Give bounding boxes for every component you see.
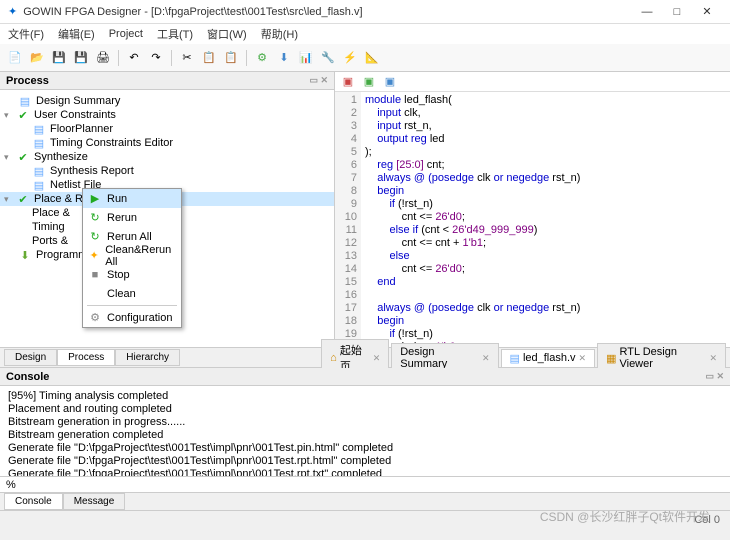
- cut-icon[interactable]: ✂: [178, 49, 196, 67]
- tree-synthesize[interactable]: ▾✔Synthesize: [0, 150, 334, 164]
- file-icon: ▤: [510, 352, 520, 365]
- watermark: CSDN @长沙红胖子Qt软件开发: [540, 508, 710, 525]
- ctx-stop[interactable]: ■Stop: [83, 265, 181, 284]
- btab-design[interactable]: Design: [4, 349, 57, 366]
- check-icon: ✔: [16, 192, 30, 206]
- menu-project[interactable]: Project: [109, 28, 143, 40]
- ctx-rerun[interactable]: ↻Rerun: [83, 208, 181, 227]
- ctx-clean[interactable]: Clean: [83, 284, 181, 303]
- check-icon: ✔: [16, 150, 30, 164]
- minimize-button[interactable]: —: [632, 6, 662, 18]
- rtl-icon: ▦: [606, 352, 616, 365]
- doc-icon: ▤: [32, 164, 46, 178]
- tab-strip: Design Process Hierarchy ⌂起始页✕ Design Su…: [0, 347, 730, 367]
- saveall-icon[interactable]: 💾: [72, 49, 90, 67]
- doc-icon: ▤: [32, 136, 46, 150]
- editor-toolbar: ▣ ▣ ▣: [335, 72, 730, 92]
- ctx-configuration[interactable]: ⚙Configuration: [83, 308, 181, 327]
- check-icon: ✔: [16, 108, 30, 122]
- editor-panel: ▣ ▣ ▣ 1234567891011121314151617181920212…: [335, 72, 730, 347]
- btab-hierarchy[interactable]: Hierarchy: [115, 349, 180, 366]
- btab-process[interactable]: Process: [57, 349, 115, 366]
- save-icon[interactable]: 💾: [50, 49, 68, 67]
- window-title: GOWIN FPGA Designer - [D:\fpgaProject\te…: [23, 6, 632, 18]
- code-body[interactable]: module led_flash( input clk, input rst_n…: [361, 92, 730, 347]
- tree-timing-constraints[interactable]: ▤Timing Constraints Editor: [0, 136, 334, 150]
- doc-icon: ▤: [32, 178, 46, 192]
- menu-tools[interactable]: 工具(T): [157, 26, 193, 42]
- tree-design-summary[interactable]: ▤Design Summary: [0, 94, 334, 108]
- titlebar: ✦ GOWIN FPGA Designer - [D:\fpgaProject\…: [0, 0, 730, 24]
- code-editor[interactable]: 1234567891011121314151617181920212223242…: [335, 92, 730, 347]
- tool3-icon[interactable]: 📐: [363, 49, 381, 67]
- pnr-icon[interactable]: ⬇: [275, 49, 293, 67]
- process-panel: Process ▭ ✕ ▤Design Summary ▾✔User Const…: [0, 72, 335, 347]
- close-button[interactable]: ✕: [692, 5, 722, 18]
- ctx-clean-rerun-all[interactable]: ✦Clean&Rerun All: [83, 246, 181, 265]
- app-logo-icon: ✦: [8, 5, 17, 18]
- tab-led-flash[interactable]: ▤led_flash.v✕: [501, 349, 596, 367]
- ctx-run[interactable]: ▶Run: [83, 189, 181, 208]
- clean-icon: ✦: [87, 249, 101, 262]
- tree-synthesis-report[interactable]: ▤Synthesis Report: [0, 164, 334, 178]
- console-panel: Console ▭ ✕ [95%] Timing analysis comple…: [0, 367, 730, 492]
- copy-icon[interactable]: 📋: [200, 49, 218, 67]
- ed-icon3[interactable]: ▣: [381, 73, 399, 91]
- process-header: Process ▭ ✕: [0, 72, 334, 90]
- paste-icon[interactable]: 📋: [222, 49, 240, 67]
- synth-icon[interactable]: ⚙: [253, 49, 271, 67]
- print-icon[interactable]: 🖨: [94, 49, 112, 67]
- play-icon: ▶: [87, 192, 103, 205]
- ed-icon1[interactable]: ▣: [339, 73, 357, 91]
- contab-message[interactable]: Message: [63, 493, 126, 510]
- tool-icon[interactable]: 📊: [297, 49, 315, 67]
- pane-controls[interactable]: ▭ ✕: [309, 75, 328, 86]
- refresh-icon: ↻: [87, 211, 103, 224]
- ed-icon2[interactable]: ▣: [360, 73, 378, 91]
- menu-file[interactable]: 文件(F): [8, 26, 44, 42]
- new-icon[interactable]: 📄: [6, 49, 24, 67]
- tree-user-constraints[interactable]: ▾✔User Constraints: [0, 108, 334, 122]
- maximize-button[interactable]: □: [662, 6, 692, 18]
- menu-window[interactable]: 窗口(W): [207, 26, 247, 42]
- console-controls[interactable]: ▭ ✕: [705, 371, 724, 382]
- line-gutter: 1234567891011121314151617181920212223242…: [335, 92, 361, 347]
- doc-icon: ▤: [18, 94, 32, 108]
- menu-edit[interactable]: 编辑(E): [58, 26, 95, 42]
- tool2-icon[interactable]: ⚡: [341, 49, 359, 67]
- open-icon[interactable]: 📂: [28, 49, 46, 67]
- toolbar: 📄 📂 💾 💾 🖨 ↶ ↷ ✂ 📋 📋 ⚙ ⬇ 📊 🔧 ⚡ 📐: [0, 44, 730, 72]
- console-prompt[interactable]: %: [0, 476, 730, 492]
- doc-icon: ▤: [32, 122, 46, 136]
- console-header: Console ▭ ✕: [0, 368, 730, 386]
- console-output[interactable]: [95%] Timing analysis completed Placemen…: [0, 386, 730, 476]
- refresh-all-icon: ↻: [87, 230, 103, 243]
- prog-icon[interactable]: 🔧: [319, 49, 337, 67]
- menubar: 文件(F) 编辑(E) Project 工具(T) 窗口(W) 帮助(H): [0, 24, 730, 44]
- redo-icon[interactable]: ↷: [147, 49, 165, 67]
- context-menu: ▶Run ↻Rerun ↻Rerun All ✦Clean&Rerun All …: [82, 188, 182, 328]
- menu-help[interactable]: 帮助(H): [261, 26, 298, 42]
- home-icon: ⌂: [330, 352, 337, 364]
- gear-icon: ⚙: [87, 311, 103, 324]
- contab-console[interactable]: Console: [4, 493, 63, 510]
- stop-icon: ■: [87, 269, 103, 281]
- process-tree: ▤Design Summary ▾✔User Constraints ▤Floo…: [0, 90, 334, 347]
- download-icon: ⬇: [18, 248, 32, 262]
- tree-floorplanner[interactable]: ▤FloorPlanner: [0, 122, 334, 136]
- undo-icon[interactable]: ↶: [125, 49, 143, 67]
